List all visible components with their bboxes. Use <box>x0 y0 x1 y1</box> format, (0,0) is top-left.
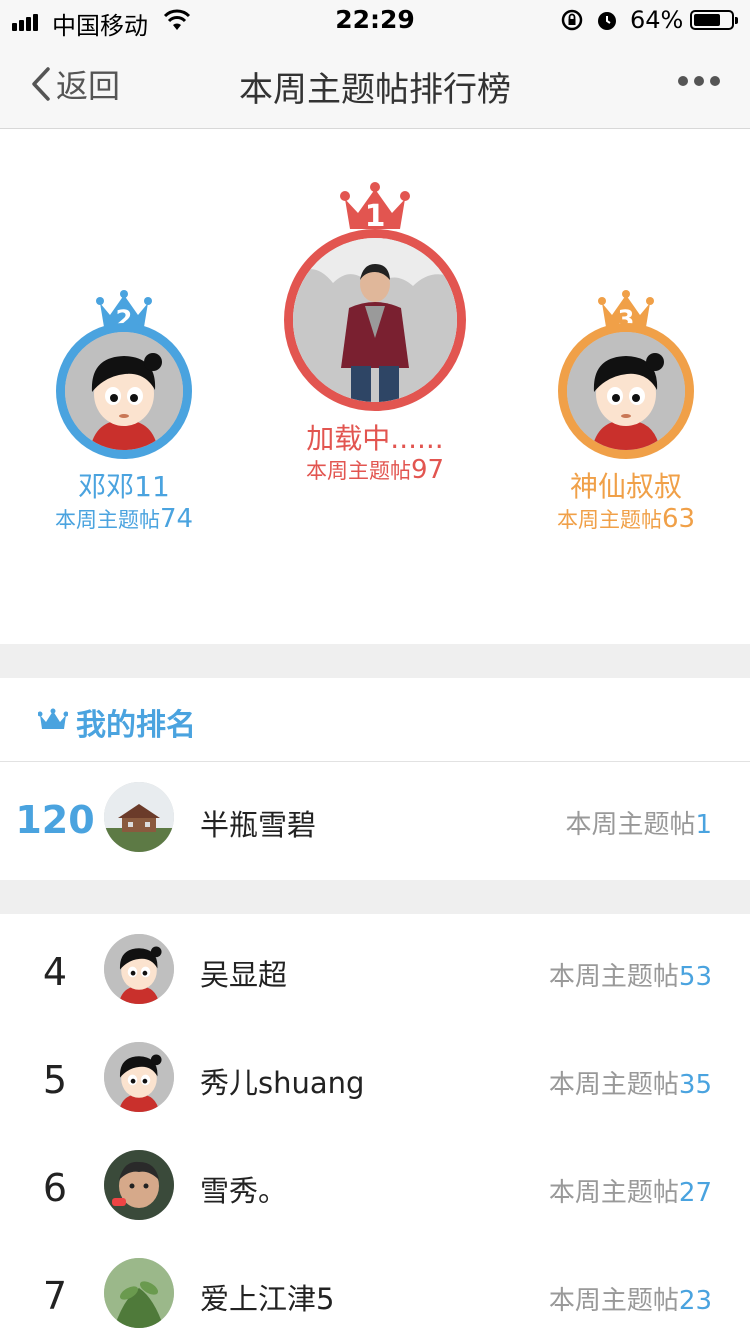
list-item[interactable]: 4 吴显超 本周主题帖53 <box>0 914 750 1023</box>
cartoon-avatar-icon <box>567 332 685 450</box>
child-photo <box>104 1150 174 1220</box>
post-count-label: 本周主题帖 <box>54 508 160 532</box>
post-count: 本周主题帖23 <box>549 1280 712 1317</box>
post-count: 本周主题帖35 <box>549 1064 712 1101</box>
user-name: 神仙叔叔 <box>569 470 682 503</box>
post-count-value: 23 <box>678 1286 712 1316</box>
battery-icon <box>690 10 738 30</box>
post-count: 本周主题帖97 <box>268 455 482 485</box>
post-count-label: 本周主题帖 <box>548 1286 679 1316</box>
post-count-value: 35 <box>678 1070 712 1100</box>
my-rank-header: 我的排名 <box>0 678 750 762</box>
back-button[interactable]: 返回 <box>30 62 120 106</box>
post-count: 本周主题帖53 <box>549 956 712 993</box>
rank-number: 4 <box>42 950 68 994</box>
avatar <box>104 1042 174 1112</box>
status-bar: 中国移动 22:29 64% <box>0 0 750 40</box>
user-name: 秀儿shuang <box>200 1066 365 1100</box>
house-photo <box>104 782 174 852</box>
post-count-value: 27 <box>678 1178 712 1208</box>
avatar <box>558 323 694 459</box>
post-count: 本周主题帖63 <box>524 504 728 534</box>
post-count: 本周主题帖74 <box>22 504 226 534</box>
cartoon-avatar-icon <box>104 1042 174 1112</box>
post-count-value: 97 <box>410 455 445 485</box>
section-divider <box>0 644 750 678</box>
rank-number: 5 <box>42 1058 68 1102</box>
rotation-lock-icon <box>561 9 583 31</box>
section-divider <box>0 880 750 914</box>
avatar <box>56 323 192 459</box>
avatar <box>104 934 174 1004</box>
more-dot-icon <box>694 76 704 86</box>
cartoon-avatar-icon <box>104 934 174 1004</box>
alarm-icon <box>598 12 616 30</box>
post-count-value: 63 <box>661 504 696 534</box>
back-label: 返回 <box>56 67 121 105</box>
post-count: 本周主题帖27 <box>549 1172 712 1209</box>
podium-second[interactable]: 2 邓邓11 本周主题帖74 <box>22 289 226 539</box>
user-name: 邓邓11 <box>78 470 170 503</box>
user-name: 加载中...... <box>306 422 444 455</box>
podium-first[interactable]: 1 加载中...... 本周主题帖97 <box>268 181 482 491</box>
post-count-label: 本周主题帖 <box>305 459 411 483</box>
avatar <box>104 782 174 852</box>
my-rank-title: 我的排名 <box>76 708 196 743</box>
post-count-value: 53 <box>678 962 712 992</box>
user-name: 吴显超 <box>200 958 288 992</box>
avatar <box>104 1258 174 1328</box>
user-name: 雪秀。 <box>200 1174 288 1208</box>
podium-third[interactable]: 3 神仙叔叔 本周主题帖63 <box>524 289 728 539</box>
post-count: 本周主题帖1 <box>565 804 712 841</box>
post-count-label: 本周主题帖 <box>548 1178 679 1208</box>
post-count-label: 本周主题帖 <box>548 1070 679 1100</box>
post-count-value: 1 <box>695 810 712 840</box>
cartoon-avatar-icon <box>65 332 183 450</box>
battery-percent: 64% <box>630 6 684 34</box>
avatar <box>284 229 466 411</box>
user-name: 半瓶雪碧 <box>200 808 317 842</box>
chevron-left-icon <box>32 67 50 101</box>
post-count-label: 本周主题帖 <box>556 508 662 532</box>
crown-icon <box>38 708 68 729</box>
rank-number: 6 <box>42 1166 68 1210</box>
post-count-label: 本周主题帖 <box>565 810 696 840</box>
top-three-podium: 2 邓邓11 本周主题帖74 1 加载中...... 本周主题帖97 3 神仙叔… <box>0 129 750 644</box>
more-dot-icon <box>710 76 720 86</box>
navigation-bar: 返回 本周主题帖排行榜 <box>0 40 750 129</box>
list-item[interactable]: 7 爱上江津5 本周主题帖23 <box>0 1238 750 1334</box>
more-options-button[interactable] <box>678 76 720 86</box>
rank-number: 120 <box>15 798 95 842</box>
post-count-value: 74 <box>159 504 194 534</box>
list-item[interactable]: 6 雪秀。 本周主题帖27 <box>0 1130 750 1239</box>
profile-photo <box>293 238 457 402</box>
more-dot-icon <box>678 76 688 86</box>
my-rank-row[interactable]: 120 半瓶雪碧 本周主题帖1 <box>0 762 750 880</box>
rank-number: 7 <box>42 1274 68 1318</box>
user-name: 爱上江津5 <box>200 1282 335 1316</box>
avatar <box>104 1150 174 1220</box>
post-count-label: 本周主题帖 <box>548 962 679 992</box>
plant-photo <box>104 1258 174 1328</box>
list-item[interactable]: 5 秀儿shuang 本周主题帖35 <box>0 1022 750 1131</box>
